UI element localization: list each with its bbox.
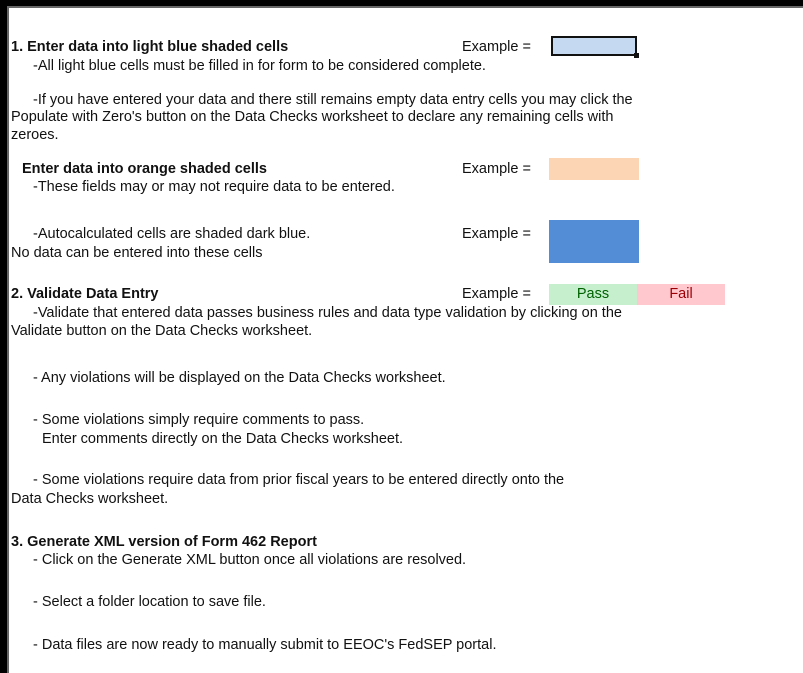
step1-example-label: Example = [462, 39, 531, 55]
step2-line7: Data Checks worksheet. [11, 491, 169, 507]
auto-line1: -Autocalculated cells are shaded dark bl… [33, 226, 311, 242]
orange-heading: Enter data into orange shaded cells [22, 161, 267, 177]
light-blue-example-cell[interactable] [551, 36, 637, 56]
dark-blue-example-cell[interactable] [549, 220, 639, 263]
step1-line1: -All light blue cells must be filled in … [33, 58, 486, 74]
sheet-border-inner-left [7, 6, 9, 673]
sheet-border-left [0, 0, 7, 673]
auto-line2: No data can be entered into these cells [11, 245, 263, 261]
step3-heading: 3. Generate XML version of Form 462 Repo… [11, 534, 317, 550]
auto-example-label: Example = [462, 226, 531, 242]
step2-heading: 2. Validate Data Entry [11, 286, 159, 302]
step2-line2: Validate button on the Data Checks works… [11, 323, 313, 339]
step2-line1: -Validate that entered data passes busin… [33, 305, 622, 321]
step1-para-line3: zeroes. [11, 127, 59, 143]
step1-para-line2: Populate with Zero's button on the Data … [11, 109, 614, 125]
step1-para-line1: -If you have entered your data and there… [33, 92, 633, 108]
step2-line4: - Some violations simply require comment… [33, 412, 365, 428]
fail-example-cell[interactable]: Fail [637, 284, 725, 305]
step2-line6: - Some violations require data from prio… [33, 472, 565, 488]
step2-line5: Enter comments directly on the Data Chec… [42, 431, 404, 447]
orange-line1: -These fields may or may not require dat… [33, 179, 395, 195]
orange-example-label: Example = [462, 161, 531, 177]
pass-example-cell[interactable]: Pass [549, 284, 637, 305]
step3-line1: - Click on the Generate XML button once … [33, 552, 467, 568]
step1-heading: 1. Enter data into light blue shaded cel… [11, 39, 289, 55]
orange-example-cell[interactable] [549, 158, 639, 180]
sheet-border-inner-top [7, 6, 803, 8]
cell-fill-handle[interactable] [634, 53, 639, 58]
step3-line2: - Select a folder location to save file. [33, 594, 266, 610]
step2-line3: - Any violations will be displayed on th… [33, 370, 446, 386]
step3-line3: - Data files are now ready to manually s… [33, 637, 497, 653]
step2-example-label: Example = [462, 286, 531, 302]
